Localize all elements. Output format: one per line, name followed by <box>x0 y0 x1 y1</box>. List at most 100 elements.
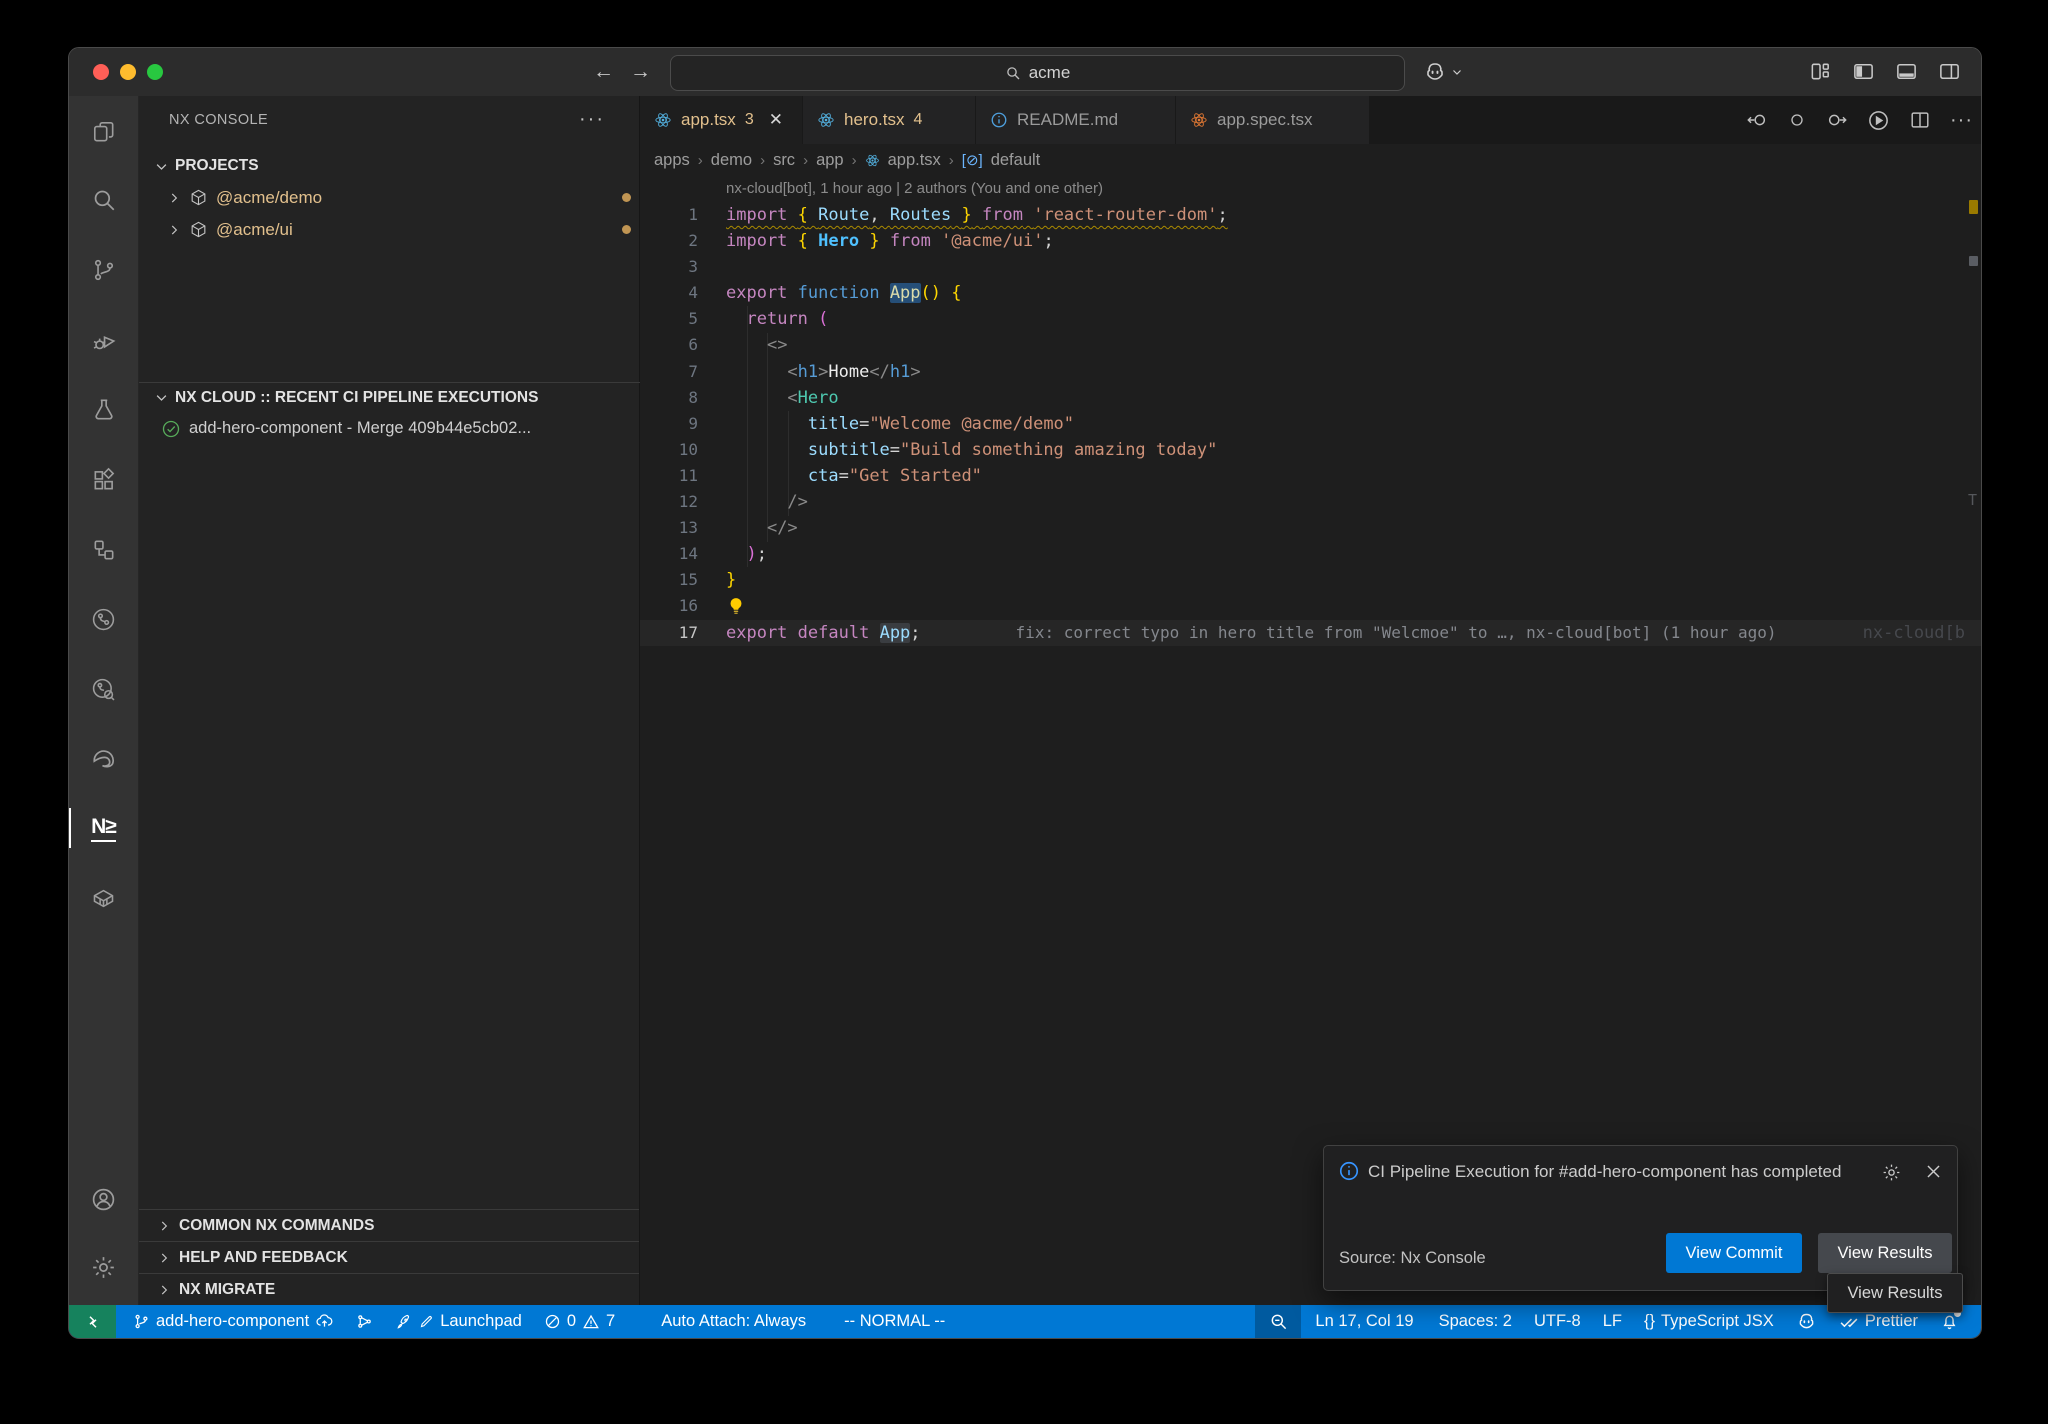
breadcrumb-demo[interactable]: demo <box>711 151 752 170</box>
problems-status-item[interactable]: 0 7 <box>533 1305 626 1338</box>
branch-status-item[interactable]: add-hero-component <box>122 1305 345 1338</box>
breadcrumb-src[interactable]: src <box>773 151 795 170</box>
codelens-blame[interactable]: nx-cloud[bot], 1 hour ago | 2 authors (Y… <box>640 176 1981 202</box>
split-editor-icon[interactable] <box>1909 109 1931 131</box>
eol-item[interactable]: LF <box>1592 1305 1633 1338</box>
code-area[interactable]: nx-cloud[bot], 1 hour ago | 2 authors (Y… <box>640 176 1981 1305</box>
code-line-8[interactable]: 8 <Hero <box>640 385 1981 411</box>
graph-explorer-icon[interactable] <box>69 665 138 713</box>
search-view-icon[interactable] <box>69 176 138 224</box>
sidebar-title: NX CONSOLE <box>169 112 268 128</box>
section-common-nx-commands[interactable]: COMMON NX COMMANDS <box>139 1209 639 1241</box>
run-and-debug-icon[interactable] <box>69 317 138 365</box>
view-commit-button[interactable]: View Commit <box>1666 1233 1802 1273</box>
warning-icon <box>582 1313 600 1331</box>
ruler-warning-mark <box>1969 200 1978 214</box>
view-results-button[interactable]: View Results <box>1818 1233 1952 1273</box>
code-line-10[interactable]: 10 subtitle="Build something amazing tod… <box>640 437 1981 463</box>
lightbulb-icon[interactable] <box>726 595 746 617</box>
code-line-17[interactable]: 17export default App;fix: correct typo i… <box>640 620 1981 646</box>
back-arrow-icon[interactable]: ← <box>593 58 614 86</box>
nx-console-icon[interactable]: N≥ <box>69 804 138 852</box>
accounts-icon[interactable] <box>69 1175 138 1223</box>
project-item-acme-ui[interactable]: @acme/ui <box>139 214 667 245</box>
compare-circle-icon[interactable] <box>1787 110 1807 130</box>
tab-readme-md[interactable]: README.md <box>976 96 1176 144</box>
vim-mode-status-item[interactable]: -- NORMAL -- <box>833 1305 956 1338</box>
code-line-16[interactable]: 16 <box>640 593 1981 619</box>
indentation-item[interactable]: Spaces: 2 <box>1428 1305 1523 1338</box>
remote-indicator[interactable] <box>69 1305 116 1338</box>
code-line-4[interactable]: 4export function App() { <box>640 280 1981 306</box>
pipeline-execution-item[interactable]: add-hero-component - Merge 409b44e5cb02.… <box>139 413 661 444</box>
containers-icon[interactable] <box>69 874 138 922</box>
toggle-secondary-sidebar-icon[interactable] <box>1938 60 1961 83</box>
chevron-down-icon <box>154 390 169 405</box>
code-line-9[interactable]: 9 title="Welcome @acme/demo" <box>640 411 1981 437</box>
copilot-icon <box>1796 1311 1817 1332</box>
code-line-3[interactable]: 3 <box>640 254 1981 280</box>
code-line-14[interactable]: 14 ); <box>640 541 1981 567</box>
section-nx-migrate[interactable]: NX MIGRATE <box>139 1273 639 1305</box>
copilot-status-item[interactable] <box>1785 1305 1828 1338</box>
code-line-11[interactable]: 11 cta="Get Started" <box>640 463 1981 489</box>
source-control-graph-item[interactable] <box>345 1305 384 1338</box>
breadcrumb-app[interactable]: app <box>816 151 844 170</box>
testing-icon[interactable] <box>69 386 138 434</box>
code-line-15[interactable]: 15} <box>640 567 1981 593</box>
project-structure-icon[interactable] <box>69 526 138 574</box>
code-line-6[interactable]: 6 <> <box>640 332 1981 358</box>
more-actions-icon[interactable]: ··· <box>1950 109 1973 132</box>
launchpad-status-item[interactable]: Launchpad <box>384 1305 533 1338</box>
code-line-7[interactable]: 7 <h1>Home</h1> <box>640 359 1981 385</box>
code-line-1[interactable]: 1import { Route, Routes } from 'react-ro… <box>640 202 1981 228</box>
extensions-icon[interactable] <box>69 456 138 504</box>
project-item-acme-demo[interactable]: @acme/demo <box>139 182 667 213</box>
toggle-panel-icon[interactable] <box>1895 60 1918 83</box>
next-change-icon[interactable] <box>1826 109 1848 131</box>
cursor-position-item[interactable]: Ln 17, Col 19 <box>1301 1305 1427 1338</box>
previous-change-icon[interactable] <box>1746 109 1768 131</box>
source-control-icon[interactable] <box>69 246 138 294</box>
copilot-menu[interactable] <box>1423 60 1463 84</box>
breadcrumb: apps› demo› src› app› app.tsx› [⊘] defau… <box>640 144 1981 176</box>
notification-close-icon[interactable] <box>1924 1162 1943 1181</box>
nx-cloud-section-header[interactable]: NX CLOUD :: RECENT CI PIPELINE EXECUTION… <box>139 382 654 412</box>
projects-section-header[interactable]: PROJECTS <box>139 151 654 181</box>
toggle-primary-sidebar-icon[interactable] <box>1852 60 1875 83</box>
code-line-13[interactable]: 13 </> <box>640 515 1981 541</box>
auto-attach-status-item[interactable]: Auto Attach: Always <box>650 1305 817 1338</box>
tab-bar: app.tsx 3 ✕ hero.tsx 4 README.md <box>640 96 1981 144</box>
tab-hero-tsx[interactable]: hero.tsx 4 <box>803 96 976 144</box>
customize-layout-icon[interactable] <box>1809 60 1832 83</box>
close-window-button[interactable] <box>93 64 109 80</box>
explorer-icon[interactable] <box>69 108 138 156</box>
section-help-and-feedback[interactable]: HELP AND FEEDBACK <box>139 1241 639 1273</box>
editor-group: app.tsx 3 ✕ hero.tsx 4 README.md <box>640 96 1981 1305</box>
edge-tools-icon[interactable] <box>69 735 138 783</box>
search-value: acme <box>1029 63 1071 83</box>
language-mode-item[interactable]: {} TypeScript JSX <box>1633 1305 1785 1338</box>
tab-app-spec-tsx[interactable]: app.spec.tsx <box>1176 96 1370 144</box>
command-center-search[interactable]: acme <box>670 55 1405 91</box>
run-file-icon[interactable] <box>1867 109 1890 132</box>
more-actions-icon[interactable]: ··· <box>579 108 605 131</box>
notification-settings-gear-icon[interactable] <box>1881 1162 1902 1183</box>
zoom-out-status-item[interactable] <box>1255 1305 1301 1338</box>
breadcrumb-apps[interactable]: apps <box>654 151 690 170</box>
code-line-12[interactable]: 12 /> <box>640 489 1981 515</box>
settings-gear-icon[interactable] <box>69 1243 138 1291</box>
breadcrumb-symbol-default[interactable]: default <box>991 151 1041 170</box>
minimize-window-button[interactable] <box>120 64 136 80</box>
forward-arrow-icon[interactable]: → <box>630 58 651 86</box>
breadcrumb-file[interactable]: app.tsx <box>888 151 941 170</box>
overview-ruler[interactable]: T <box>1967 176 1981 1305</box>
code-line-5[interactable]: 5 return ( <box>640 306 1981 332</box>
encoding-item[interactable]: UTF-8 <box>1523 1305 1592 1338</box>
zoom-window-button[interactable] <box>147 64 163 80</box>
close-tab-icon[interactable]: ✕ <box>769 110 783 130</box>
code-line-2[interactable]: 2import { Hero } from '@acme/ui'; <box>640 228 1981 254</box>
content-row: N≥ NX CONSOLE ··· <box>69 96 1981 1305</box>
tab-app-tsx[interactable]: app.tsx 3 ✕ <box>640 96 803 144</box>
pipeline-runs-icon[interactable] <box>69 595 138 643</box>
